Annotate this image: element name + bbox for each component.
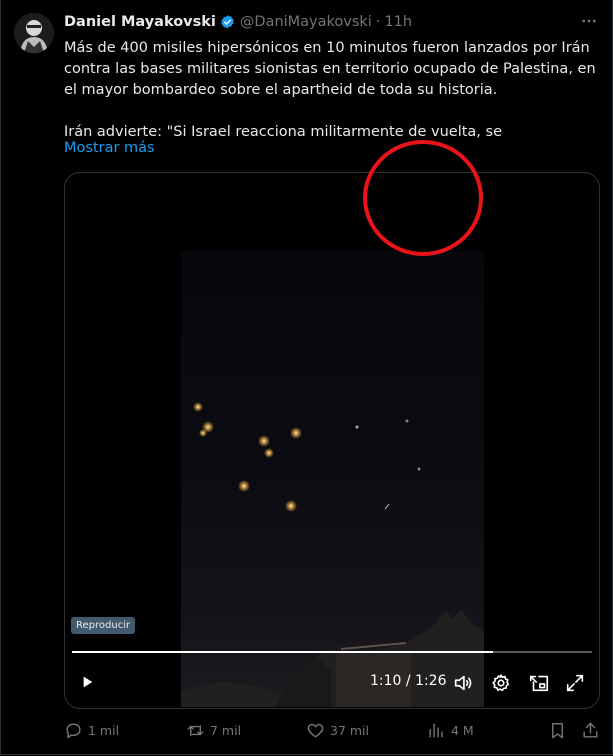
header-separator: ·	[375, 14, 381, 30]
play-icon	[79, 674, 95, 690]
like-icon	[306, 721, 330, 740]
bookmark-button[interactable]	[548, 716, 572, 744]
more-icon[interactable]	[578, 10, 600, 32]
tweet-paragraph: Más de 400 misiles hipersónicos en 10 mi…	[64, 40, 596, 98]
tweet-actions: 1 mil 7 mil 37 mil 4 M	[64, 716, 604, 744]
repost-count: 7 mil	[210, 722, 242, 738]
repost-icon	[186, 721, 210, 740]
video-progress-bar[interactable]	[72, 651, 592, 653]
fullscreen-icon[interactable]	[563, 671, 587, 695]
like-count: 37 mil	[330, 722, 370, 738]
pip-icon[interactable]	[527, 671, 551, 695]
author-handle[interactable]: @DaniMayakovski	[240, 14, 372, 30]
video-time: 1:10 / 1:26	[370, 673, 447, 689]
author-name[interactable]: Daniel Mayakovski	[64, 14, 216, 30]
reply-icon	[64, 721, 88, 740]
video-player[interactable]: Reproducir 1:10 / 1:26	[64, 172, 600, 709]
tweet-text: Más de 400 misiles hipersónicos en 10 mi…	[64, 38, 604, 143]
views-icon	[427, 721, 451, 740]
volume-icon[interactable]	[451, 671, 475, 695]
reply-count: 1 mil	[88, 722, 120, 738]
reply-button[interactable]: 1 mil	[64, 716, 119, 744]
show-more-link[interactable]: Mostrar más	[64, 138, 155, 159]
play-button[interactable]	[70, 665, 104, 699]
share-button[interactable]	[581, 716, 605, 744]
views-button[interactable]: 4 M	[427, 716, 474, 744]
tweet-time[interactable]: 11h	[384, 14, 412, 30]
settings-icon[interactable]	[489, 671, 513, 695]
verified-badge-icon	[219, 14, 236, 31]
views-count: 4 M	[451, 722, 474, 738]
share-icon	[581, 721, 605, 740]
avatar[interactable]	[14, 13, 54, 53]
night-sky-footage	[181, 402, 484, 707]
tweet-header: Daniel Mayakovski @DaniMayakovski · 11h	[64, 12, 412, 32]
like-button[interactable]: 37 mil	[306, 716, 369, 744]
video-frame[interactable]	[181, 251, 484, 707]
repost-button[interactable]: 7 mil	[186, 716, 241, 744]
tweet-card: Daniel Mayakovski @DaniMayakovski · 11h …	[0, 0, 613, 755]
play-badge: Reproducir	[71, 617, 136, 634]
bookmark-icon	[548, 721, 572, 740]
video-progress-fill	[72, 651, 494, 653]
